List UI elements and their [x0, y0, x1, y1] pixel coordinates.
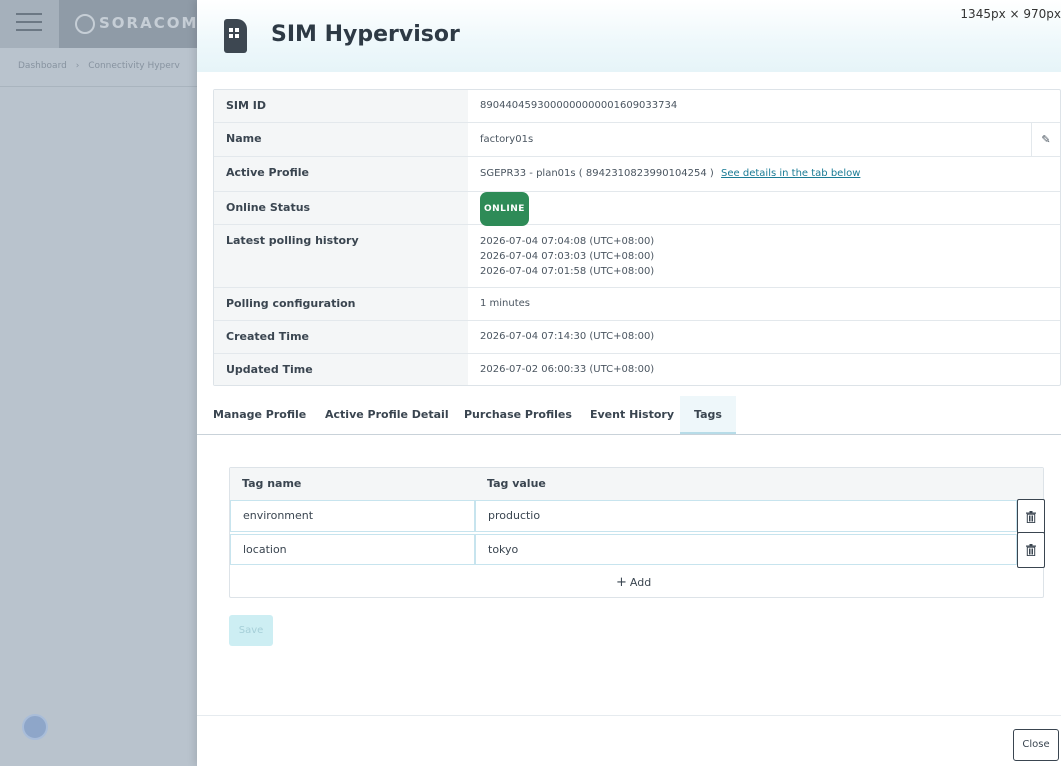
status-badge: ONLINE	[480, 192, 529, 226]
tab-tags[interactable]: Tags	[680, 396, 736, 434]
breadcrumb-dashboard[interactable]: Dashboard	[18, 61, 67, 71]
tag-value-header: Tag value	[487, 477, 546, 490]
name-value-cell: factory01s ✎	[468, 123, 1060, 156]
polling-history-cell: 2026-07-04 07:04:08 (UTC+08:00) 2026-07-…	[468, 225, 1060, 287]
add-tag-button[interactable]: + Add	[616, 575, 651, 590]
online-status-cell: ONLINE	[468, 192, 1060, 226]
sim-info-table: SIM ID 8904404593000000000001609033734 N…	[213, 89, 1061, 386]
tag-name-input[interactable]: location	[230, 534, 475, 565]
tag-name-header: Tag name	[242, 477, 302, 490]
save-button[interactable]: Save	[229, 615, 273, 646]
pencil-icon: ✎	[1041, 133, 1051, 146]
plus-icon: +	[616, 575, 627, 590]
tab-purchase-profiles[interactable]: Purchase Profiles	[464, 396, 572, 434]
name-label: Name	[214, 123, 468, 156]
active-profile-label: Active Profile	[214, 157, 468, 191]
active-profile-value: SGEPR33 - plan01s ( 8942310823990104254 …	[480, 168, 714, 179]
help-icon[interactable]	[22, 714, 48, 740]
tab-event-history[interactable]: Event History	[590, 396, 674, 434]
active-profile-cell: SGEPR33 - plan01s ( 8942310823990104254 …	[468, 157, 1060, 191]
menu-icon[interactable]	[16, 13, 42, 33]
trash-icon	[1026, 544, 1036, 556]
sim-id-value: 8904404593000000000001609033734	[480, 100, 678, 111]
modal-title: SIM Hypervisor	[271, 22, 460, 47]
polling-config-label: Polling configuration	[214, 288, 468, 320]
tags-table-header: Tag name Tag value	[230, 468, 1043, 500]
polling-history-entry: 2026-07-04 07:04:08 (UTC+08:00)	[480, 236, 655, 247]
sim-hypervisor-modal: SIM Hypervisor 1345px × 970px SIM ID 890…	[197, 0, 1061, 766]
name-value: factory01s	[480, 134, 534, 145]
sim-card-icon	[224, 19, 247, 53]
tag-value-input[interactable]: tokyo	[475, 534, 1017, 565]
modal-header: SIM Hypervisor 1345px × 970px	[197, 0, 1061, 72]
divider	[197, 715, 1061, 716]
updated-time-label: Updated Time	[214, 354, 468, 385]
app-header: SORACOM	[0, 0, 197, 48]
see-details-link[interactable]: See details in the tab below	[721, 168, 860, 179]
edit-name-button[interactable]: ✎	[1031, 123, 1060, 156]
tab-active-profile-detail[interactable]: Active Profile Detail	[325, 396, 449, 434]
dimension-label: 1345px × 970px	[960, 7, 1061, 21]
created-time-value: 2026-07-04 07:14:30 (UTC+08:00)	[480, 331, 655, 342]
online-status-label: Online Status	[214, 192, 468, 224]
add-label: Add	[629, 576, 652, 589]
delete-tag-button[interactable]	[1017, 499, 1045, 535]
breadcrumb-separator: ›	[75, 61, 80, 71]
tab-bar: Manage Profile Active Profile Detail Pur…	[197, 396, 1061, 435]
updated-time-value: 2026-07-02 06:00:33 (UTC+08:00)	[480, 364, 655, 375]
polling-history-entry: 2026-07-04 07:01:58 (UTC+08:00)	[480, 266, 655, 277]
breadcrumb: Dashboard › Connectivity Hyperv	[18, 61, 197, 71]
divider	[0, 86, 197, 87]
tab-manage-profile[interactable]: Manage Profile	[213, 396, 306, 434]
sim-id-label: SIM ID	[214, 90, 468, 122]
delete-tag-button[interactable]	[1017, 532, 1045, 568]
created-time-label: Created Time	[214, 321, 468, 353]
close-button[interactable]: Close	[1013, 729, 1059, 761]
tags-table: Tag name Tag value environment productio…	[229, 467, 1045, 598]
trash-icon	[1026, 511, 1036, 523]
tag-value-input[interactable]: productio	[475, 500, 1017, 532]
logo[interactable]: SORACOM	[59, 0, 197, 48]
polling-history-label: Latest polling history	[214, 225, 468, 287]
soracom-logo-icon	[75, 14, 95, 34]
tag-name-input[interactable]: environment	[230, 500, 475, 532]
logo-text: SORACOM	[99, 14, 199, 32]
breadcrumb-connectivity[interactable]: Connectivity Hyperv	[88, 61, 180, 71]
polling-history-entry: 2026-07-04 07:03:03 (UTC+08:00)	[480, 251, 655, 262]
polling-config-value: 1 minutes	[480, 298, 531, 309]
